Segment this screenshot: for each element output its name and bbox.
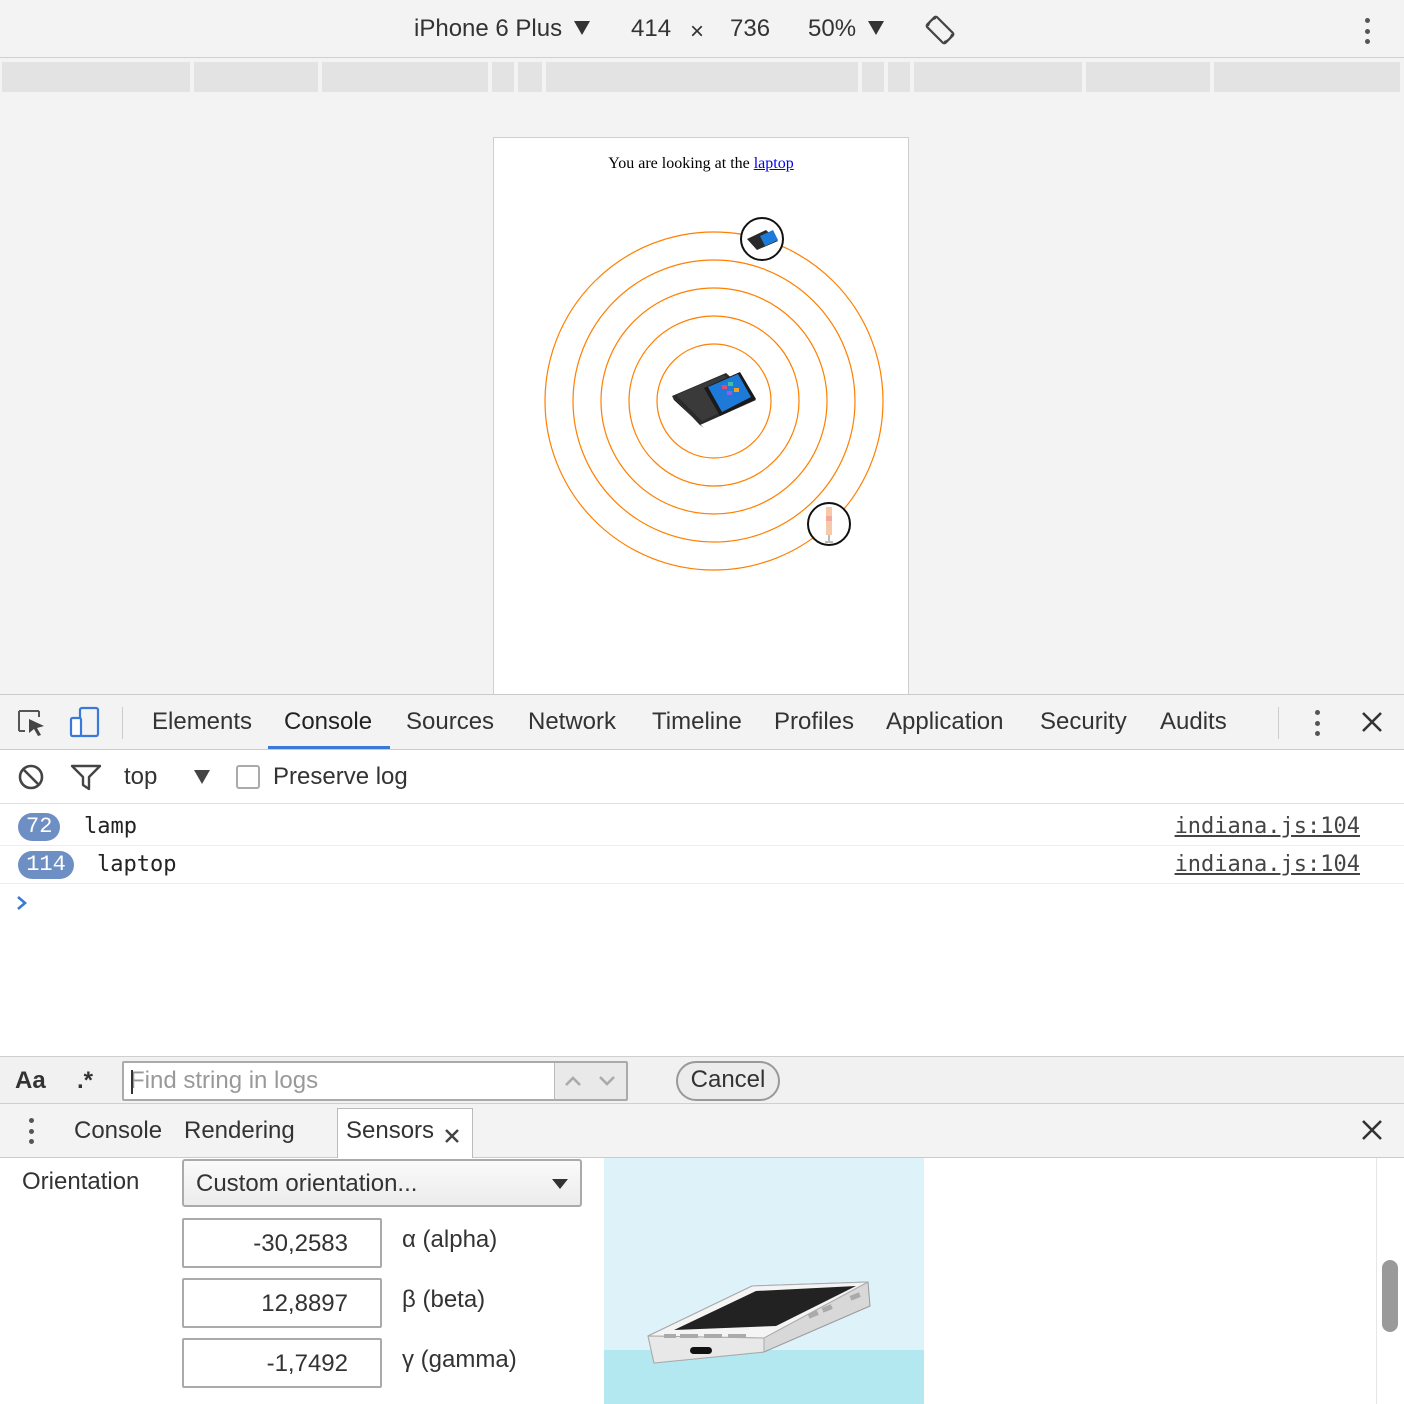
beta-input[interactable]: 12,8897 (182, 1278, 382, 1328)
laptop-marker-icon (740, 217, 784, 261)
console-search-bar: Aa .* Cancel (0, 1056, 1404, 1104)
gamma-input[interactable]: -1,7492 (182, 1338, 382, 1388)
height-field[interactable]: 736 (730, 14, 770, 44)
sensors-panel: Orientation Custom orientation... -30,25… (0, 1158, 1404, 1404)
zoom-value: 50% (808, 15, 857, 42)
repeat-count-badge: 114 (18, 851, 74, 879)
preserve-log-checkbox[interactable] (236, 765, 260, 789)
message-source-link[interactable]: indiana.js:104 (1175, 812, 1360, 842)
devtools-tabbar: Elements Console Sources Network Timelin… (0, 694, 1404, 750)
lamp-marker-icon (807, 502, 851, 546)
message-source-link[interactable]: indiana.js:104 (1175, 850, 1360, 880)
orientation-preview[interactable] (604, 1158, 924, 1404)
search-navigation (554, 1063, 626, 1099)
tab-console[interactable]: Console (284, 707, 372, 737)
message-text: laptop (97, 852, 177, 877)
width-field[interactable]: 414 (631, 14, 671, 44)
context-select[interactable]: top (124, 762, 157, 792)
device-select[interactable]: iPhone 6 Plus (414, 14, 591, 44)
laptop-icon (672, 372, 756, 428)
search-previous-icon[interactable] (561, 1071, 585, 1091)
drawer-tabbar: Console Rendering Sensors (0, 1104, 1404, 1160)
search-field[interactable] (122, 1061, 628, 1101)
message-text: lamp (84, 814, 137, 839)
context-dropdown-icon[interactable] (194, 770, 210, 784)
media-query-bar[interactable] (0, 58, 1404, 96)
tab-network[interactable]: Network (528, 707, 616, 737)
select-arrow-icon (552, 1179, 568, 1189)
dropdown-arrow-icon (574, 21, 591, 36)
console-message: 72 lamp indiana.js:104 (0, 806, 1404, 846)
orientation-label: Orientation (22, 1168, 140, 1195)
phone-3d-icon (647, 1281, 871, 1364)
tab-profiles[interactable]: Profiles (774, 707, 854, 737)
orientation-select-value: Custom orientation... (196, 1170, 418, 1197)
clear-console-icon[interactable] (17, 763, 45, 791)
close-devtools-icon[interactable] (1360, 710, 1384, 734)
console-prompt-icon[interactable] (14, 888, 32, 918)
scrollbar-thumb[interactable] (1382, 1260, 1398, 1332)
search-input[interactable] (130, 1065, 550, 1097)
more-options-icon[interactable] (1362, 18, 1372, 44)
match-case-toggle[interactable]: Aa (15, 1067, 46, 1095)
console-toolbar: top Preserve log (0, 750, 1404, 804)
beta-value: 12,8897 (261, 1290, 348, 1317)
active-tab-indicator (268, 746, 390, 749)
zoom-select[interactable]: 50% (808, 14, 885, 44)
inspect-element-icon[interactable] (16, 708, 48, 738)
orientation-select[interactable]: Custom orientation... (182, 1159, 582, 1207)
text-caret (131, 1070, 133, 1094)
tab-application[interactable]: Application (886, 707, 1003, 737)
close-tab-icon[interactable] (444, 1128, 460, 1144)
device-viewport: You are looking at the laptop (493, 137, 909, 697)
search-next-icon[interactable] (595, 1071, 619, 1091)
proximity-rings (544, 217, 884, 571)
alpha-label: α (alpha) (402, 1226, 498, 1253)
console-messages: 72 lamp indiana.js:104 114 laptop indian… (0, 804, 1404, 1056)
regex-toggle[interactable]: .* (77, 1067, 93, 1095)
device-name: iPhone 6 Plus (414, 15, 563, 42)
dropdown-arrow-icon (868, 21, 885, 36)
tab-security[interactable]: Security (1040, 707, 1127, 737)
device-toolbar: iPhone 6 Plus 414 × 736 50% (0, 0, 1404, 58)
tab-sources[interactable]: Sources (406, 707, 494, 737)
close-drawer-icon[interactable] (1361, 1119, 1383, 1141)
rotate-icon[interactable] (924, 14, 956, 46)
gamma-label: γ (gamma) (402, 1346, 517, 1373)
console-message: 114 laptop indiana.js:104 (0, 844, 1404, 884)
filter-icon[interactable] (70, 763, 102, 791)
drawer-menu-icon[interactable] (26, 1118, 36, 1144)
drawer-tab-rendering[interactable]: Rendering (184, 1116, 295, 1146)
drawer-tab-console[interactable]: Console (74, 1116, 162, 1146)
drawer-tab-sensors[interactable]: Sensors (346, 1116, 434, 1146)
tab-audits[interactable]: Audits (1160, 707, 1227, 737)
times-icon: × (690, 18, 705, 45)
alpha-input[interactable]: -30,2583 (182, 1218, 382, 1268)
beta-label: β (beta) (402, 1286, 486, 1313)
devtools-menu-icon[interactable] (1312, 710, 1322, 736)
cancel-search-button[interactable]: Cancel (676, 1061, 780, 1101)
device-mode-icon[interactable] (68, 706, 102, 738)
alpha-value: -30,2583 (253, 1230, 348, 1257)
tab-elements[interactable]: Elements (152, 707, 252, 737)
preserve-log-label: Preserve log (273, 763, 408, 790)
gamma-value: -1,7492 (266, 1350, 348, 1377)
repeat-count-badge: 72 (18, 813, 61, 841)
tab-timeline[interactable]: Timeline (652, 707, 742, 737)
